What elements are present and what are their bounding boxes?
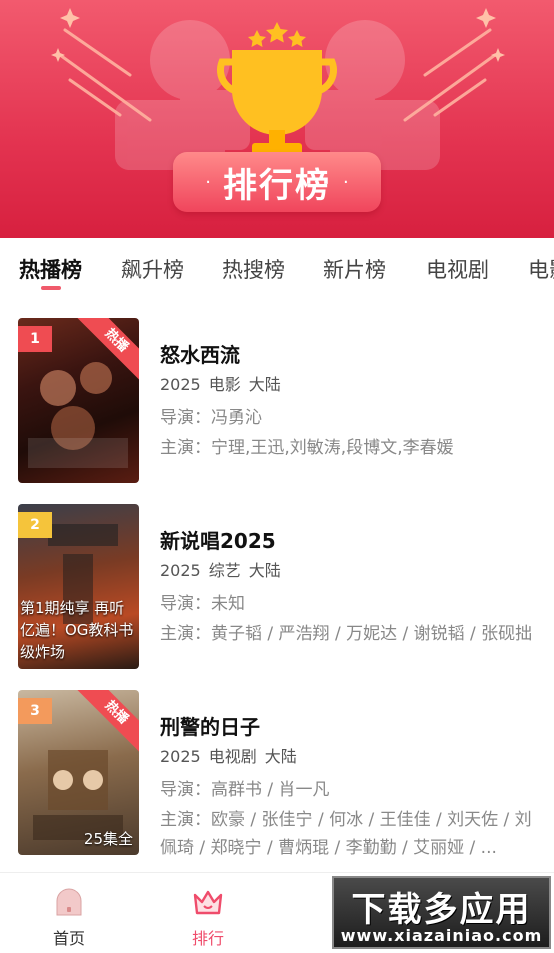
episode-count-badge: 25集全: [83, 830, 133, 848]
rank-badge: 3: [18, 698, 52, 724]
item-cast: 主演：欧豪 / 张佳宁 / 何冰 / 王佳佳 / 刘天佐 / 刘佩琦 / 郑晓宁…: [160, 810, 532, 858]
item-title[interactable]: 新说唱2025: [160, 528, 540, 554]
item-year: 2025: [160, 747, 201, 766]
tab-new-release[interactable]: 新片榜: [323, 254, 386, 284]
poster-image[interactable]: 1 热播: [18, 318, 139, 483]
rank-banner: · 排行榜 ·: [0, 0, 554, 238]
ghost-icon: [56, 888, 82, 916]
banner-dot-right: ·: [343, 171, 349, 193]
item-meta: 2025 综艺 大陆: [160, 560, 540, 582]
item-year: 2025: [160, 561, 201, 580]
item-cast: 主演：黄子韬 / 严浩翔 / 万妮达 / 谢锐韬 / 张砚拙: [160, 624, 533, 644]
watermark-text: 下载多应用: [351, 890, 532, 930]
nav-label: 首页: [52, 929, 85, 948]
item-director: 导演：未知: [160, 594, 245, 614]
poster-image[interactable]: 3 热播 25集全: [18, 690, 139, 855]
tab-hot-search[interactable]: 热搜榜: [222, 254, 285, 284]
item-meta: 2025 电视剧 大陆: [160, 746, 540, 768]
item-genre: 综艺: [208, 561, 241, 580]
tab-tv-series[interactable]: 电视剧: [426, 254, 489, 284]
list-item[interactable]: 3 热播 25集全 刑警的日子 2025 电视剧 大陆 导演：高群书 / 肖一凡 主…: [0, 690, 554, 860]
list-item[interactable]: 2 第1期纯享 再听亿遍！OG教科书级炸场 新说唱2025 2025 综艺 大陆 导…: [0, 504, 554, 674]
nav-home[interactable]: 首页: [29, 887, 109, 949]
list-item[interactable]: 1 热播 怒水西流 2025 电影 大陆 导演：冯勇沁 主演：宁理,王迅,刘敏涛,段…: [0, 318, 554, 488]
tab-movie[interactable]: 电影: [528, 254, 554, 284]
item-meta: 2025 电影 大陆: [160, 374, 540, 396]
item-region: 大陆: [264, 747, 297, 766]
tab-rising[interactable]: 飙升榜: [121, 254, 184, 284]
rank-badge: 2: [18, 512, 52, 538]
item-genre: 电视剧: [208, 747, 257, 766]
item-year: 2025: [160, 375, 201, 394]
banner-title-pill: · 排行榜 ·: [173, 152, 381, 212]
watermark-logo: 下载多应用 www.xiazainiao.com: [332, 876, 551, 949]
item-region: 大陆: [248, 375, 281, 394]
ranking-tabs: 热播榜 飙升榜 热搜榜 新片榜 电视剧 电影: [0, 238, 554, 296]
nav-label: 排行: [191, 929, 224, 948]
item-director: 导演：高群书 / 肖一凡: [160, 780, 330, 800]
tab-hot-play[interactable]: 热播榜: [19, 254, 82, 284]
rank-badge: 1: [18, 326, 52, 352]
banner-dot-left: ·: [205, 171, 211, 193]
item-region: 大陆: [248, 561, 281, 580]
item-title[interactable]: 刑警的日子: [160, 714, 540, 740]
poster-caption: 第1期纯享 再听亿遍！OG教科书级炸场: [20, 599, 134, 661]
item-cast: 主演：宁理,王迅,刘敏涛,段博文,李春媛: [160, 438, 454, 458]
item-title[interactable]: 怒水西流: [160, 342, 540, 368]
crown-icon: [193, 890, 223, 915]
tab-indicator: [41, 286, 61, 290]
page-title: 排行榜: [223, 165, 331, 206]
nav-ranking[interactable]: 排行: [168, 887, 248, 949]
item-director: 导演：冯勇沁: [160, 408, 262, 428]
item-genre: 电影: [208, 375, 241, 394]
poster-image[interactable]: 2 第1期纯享 再听亿遍！OG教科书级炸场: [18, 504, 139, 669]
watermark-url: www.xiazainiao.com: [340, 926, 543, 945]
